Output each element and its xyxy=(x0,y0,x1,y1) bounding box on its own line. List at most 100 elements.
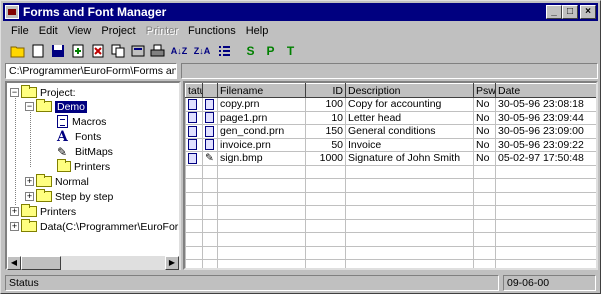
import-button[interactable] xyxy=(69,43,86,60)
id-cell: 150 xyxy=(305,124,346,139)
date-cell: 05-02-97 17:50:48 xyxy=(495,151,596,166)
maximize-button[interactable]: □ xyxy=(562,5,578,19)
file-table[interactable]: tatu Filename ID Description Psw Date co… xyxy=(183,81,598,270)
description-cell: Signature of John Smith xyxy=(345,151,474,166)
table-row[interactable]: invoice.prn 50 Invoice No 30-05-96 23:09… xyxy=(185,137,596,152)
psw-cell: No xyxy=(473,97,496,112)
collapse-icon[interactable]: − xyxy=(10,88,19,97)
tree-label: Data(C:\Programmer\EuroForm\ xyxy=(40,220,181,233)
document-status-icon xyxy=(188,112,197,124)
delete-button[interactable] xyxy=(89,43,106,60)
document-icon xyxy=(205,112,214,124)
open-folder-button[interactable] xyxy=(9,43,26,60)
tree-label: BitMaps xyxy=(75,145,113,158)
date-cell: 30-05-96 23:09:22 xyxy=(495,137,596,152)
filename-cell: copy.prn xyxy=(217,97,306,112)
window-title: Forms and Font Manager xyxy=(23,5,167,19)
properties-button[interactable] xyxy=(129,43,146,60)
list-button[interactable] xyxy=(215,43,232,60)
column-header-type[interactable] xyxy=(202,83,218,98)
column-header-id[interactable]: ID xyxy=(305,83,346,98)
minimize-button[interactable]: _ xyxy=(546,5,562,19)
project-tree[interactable]: − Project: − Demo Macros A Fonts ✎ BitMa… xyxy=(5,81,181,270)
tree-node-step-by-step[interactable]: + Step by step xyxy=(25,189,113,204)
sort-ascending-button[interactable]: A↓Z xyxy=(169,43,189,60)
app-icon[interactable] xyxy=(5,5,19,19)
scroll-track[interactable] xyxy=(61,256,165,270)
expand-icon[interactable]: + xyxy=(25,192,34,201)
document-status-icon xyxy=(188,139,197,151)
scroll-right-button[interactable]: ▶ xyxy=(165,256,179,270)
date-cell: 30-05-96 23:09:44 xyxy=(495,110,596,125)
empty-row xyxy=(185,218,596,233)
tree-node-printers-child[interactable]: Printers xyxy=(57,159,110,174)
t-button[interactable]: T xyxy=(282,43,299,60)
import-icon xyxy=(72,44,83,58)
column-header-description[interactable]: Description xyxy=(345,83,474,98)
filename-cell: page1.prn xyxy=(217,110,306,125)
expand-icon[interactable]: + xyxy=(10,207,19,216)
tree-node-fonts[interactable]: A Fonts xyxy=(57,128,102,145)
table-row[interactable]: page1.prn 10 Letter head No 30-05-96 23:… xyxy=(185,110,596,125)
print-button[interactable] xyxy=(149,43,166,60)
document-status-icon xyxy=(188,125,197,137)
table-row[interactable]: copy.prn 100 Copy for accounting No 30-0… xyxy=(185,97,596,112)
copy-button[interactable] xyxy=(109,43,126,60)
tree-label: Printers xyxy=(74,160,111,173)
open-folder-icon xyxy=(36,99,52,112)
collapse-icon[interactable]: − xyxy=(25,102,34,111)
table-row[interactable]: gen_cond.prn 150 General conditions No 3… xyxy=(185,124,596,139)
empty-row xyxy=(185,259,596,268)
new-document-button[interactable] xyxy=(29,43,46,60)
document-status-icon xyxy=(188,152,197,164)
tree-node-printers[interactable]: + Printers xyxy=(10,204,76,219)
column-header-status[interactable]: tatu xyxy=(185,83,203,98)
status-cell xyxy=(185,97,203,112)
p-button[interactable]: P xyxy=(262,43,279,60)
scroll-left-button[interactable]: ◀ xyxy=(7,256,21,270)
menu-project[interactable]: Project xyxy=(97,25,141,37)
status-cell xyxy=(185,124,203,139)
column-header-filename[interactable]: Filename xyxy=(217,83,306,98)
empty-row xyxy=(185,178,596,193)
column-header-date[interactable]: Date xyxy=(495,83,596,98)
font-icon: A xyxy=(57,128,68,145)
menu-edit[interactable]: Edit xyxy=(35,25,64,37)
type-cell xyxy=(202,110,218,125)
save-button[interactable] xyxy=(49,43,66,60)
menu-help[interactable]: Help xyxy=(242,25,275,37)
menu-file[interactable]: File xyxy=(7,25,35,37)
tree-line xyxy=(15,93,16,205)
menu-functions[interactable]: Functions xyxy=(184,25,242,37)
tree-node-bitmaps[interactable]: ✎ BitMaps xyxy=(57,144,113,159)
description-cell: Copy for accounting xyxy=(345,97,474,112)
tree-horizontal-scrollbar[interactable]: ◀ ▶ xyxy=(7,256,179,270)
id-cell: 10 xyxy=(305,110,346,125)
title-bar[interactable]: Forms and Font Manager _ □ × xyxy=(3,3,598,21)
status-date: 09-06-00 xyxy=(503,275,596,291)
document-icon xyxy=(205,139,214,151)
tree-label: Fonts xyxy=(75,130,102,143)
expand-icon[interactable]: + xyxy=(25,177,34,186)
expand-icon[interactable]: + xyxy=(10,222,19,231)
type-cell xyxy=(202,124,218,139)
tree-node-macros[interactable]: Macros xyxy=(57,114,106,129)
close-button[interactable]: × xyxy=(580,5,596,19)
empty-row xyxy=(185,164,596,179)
description-cell: Letter head xyxy=(345,110,474,125)
document-status-icon xyxy=(188,98,197,110)
tree-node-data[interactable]: + Data(C:\Programmer\EuroForm\ xyxy=(10,219,181,234)
s-button[interactable]: S xyxy=(242,43,259,60)
type-cell: ✎ xyxy=(202,151,218,166)
tree-node-demo[interactable]: − Demo xyxy=(25,99,88,114)
open-folder-icon xyxy=(10,46,24,58)
menu-view[interactable]: View xyxy=(64,25,98,37)
sort-descending-button[interactable]: Z↓A xyxy=(192,43,212,60)
table-row[interactable]: ✎ sign.bmp 1000 Signature of John Smith … xyxy=(185,151,596,166)
menu-printer[interactable]: Printer xyxy=(142,25,184,37)
type-cell xyxy=(202,97,218,112)
column-header-psw[interactable]: Psw xyxy=(473,83,496,98)
scroll-thumb[interactable] xyxy=(21,256,61,270)
tree-node-normal[interactable]: + Normal xyxy=(25,174,89,189)
tree-node-project[interactable]: − Project: xyxy=(10,85,76,100)
